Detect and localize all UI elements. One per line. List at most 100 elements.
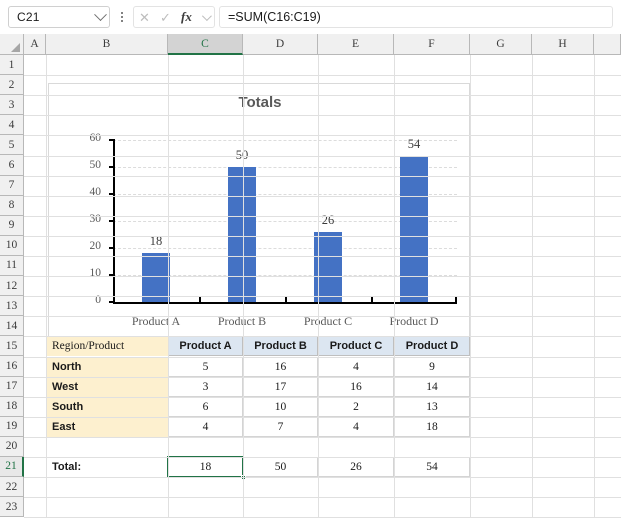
total-cell[interactable]: 26 bbox=[318, 457, 394, 478]
row-header-1[interactable]: 1 bbox=[0, 55, 24, 76]
column-header-a[interactable]: A bbox=[24, 34, 46, 55]
row-header-13[interactable]: 13 bbox=[0, 296, 24, 317]
row-header-12[interactable]: 12 bbox=[0, 276, 24, 297]
total-cell[interactable]: 18 bbox=[168, 457, 243, 478]
column-header-c[interactable]: C bbox=[168, 34, 243, 55]
more-options-icon[interactable] bbox=[115, 12, 129, 22]
table-column-header[interactable]: Product C bbox=[318, 336, 394, 357]
column-header-label: A bbox=[30, 38, 39, 50]
chevron-down-icon[interactable] bbox=[94, 7, 107, 21]
row-header-label: 2 bbox=[8, 78, 15, 91]
row-header-label: 14 bbox=[5, 319, 18, 332]
row-header-19[interactable]: 19 bbox=[0, 416, 24, 437]
table-cell[interactable]: 16 bbox=[243, 357, 318, 378]
column-header-g[interactable]: G bbox=[470, 34, 532, 55]
row-header-label: 11 bbox=[5, 259, 18, 272]
row-header-label: 1 bbox=[8, 58, 15, 71]
close-icon[interactable]: ✕ bbox=[139, 11, 150, 24]
row-header-22[interactable]: 22 bbox=[0, 476, 24, 498]
table-cell[interactable]: 4 bbox=[318, 417, 394, 438]
column-header-h[interactable]: H bbox=[532, 34, 594, 55]
row-header-label: 9 bbox=[8, 219, 15, 232]
row-header-17[interactable]: 17 bbox=[0, 376, 24, 397]
name-box[interactable]: C21 bbox=[8, 6, 110, 28]
gridline-vertical bbox=[46, 55, 47, 518]
total-cell[interactable]: 54 bbox=[394, 457, 470, 478]
table-cell[interactable]: 2 bbox=[318, 397, 394, 418]
table-corner-header-text: Region/Product bbox=[52, 340, 125, 353]
column-header-b[interactable]: B bbox=[46, 34, 168, 55]
check-icon[interactable]: ✓ bbox=[160, 11, 171, 24]
table-column-header[interactable]: Product D bbox=[394, 336, 470, 357]
table-cell[interactable]: 9 bbox=[394, 357, 470, 378]
row-header-3[interactable]: 3 bbox=[0, 95, 24, 116]
insert-function-icon[interactable]: fx bbox=[181, 9, 192, 25]
gridline-vertical bbox=[594, 55, 595, 518]
gridline-vertical bbox=[394, 55, 395, 518]
chart-y-axis-label: 10 bbox=[89, 267, 102, 279]
table-column-header[interactable]: Product A bbox=[168, 336, 243, 357]
chart-y-axis-label: 60 bbox=[89, 132, 102, 144]
row-header-6[interactable]: 6 bbox=[0, 155, 24, 176]
row-header-label: 10 bbox=[5, 239, 18, 252]
table-cell[interactable]: 14 bbox=[394, 377, 470, 398]
row-header-2[interactable]: 2 bbox=[0, 75, 24, 96]
table-cell-text: 4 bbox=[353, 361, 359, 374]
table-cell[interactable]: 13 bbox=[394, 397, 470, 418]
column-header-label: E bbox=[351, 38, 360, 50]
chevron-down-icon[interactable] bbox=[201, 10, 212, 21]
row-header-16[interactable]: 16 bbox=[0, 356, 24, 377]
chart-object[interactable]: Totals 60 50 40 30 20 10 0 18 Product A 50 Product… bbox=[48, 83, 470, 338]
column-header-d[interactable]: D bbox=[243, 34, 318, 55]
row-header-14[interactable]: 14 bbox=[0, 316, 24, 337]
gridline-vertical bbox=[243, 55, 244, 518]
column-header-f[interactable]: F bbox=[394, 34, 470, 55]
table-cell[interactable]: 5 bbox=[168, 357, 243, 378]
row-header-15[interactable]: 15 bbox=[0, 336, 24, 357]
row-header-20[interactable]: 20 bbox=[0, 436, 24, 457]
row-header-label: 22 bbox=[5, 480, 18, 493]
row-header-4[interactable]: 4 bbox=[0, 115, 24, 136]
row-header-9[interactable]: 9 bbox=[0, 215, 24, 236]
table-cell[interactable]: 16 bbox=[318, 377, 394, 398]
chart-bar[interactable] bbox=[142, 253, 170, 302]
select-all-button[interactable] bbox=[0, 34, 24, 55]
total-cell[interactable]: 50 bbox=[243, 457, 318, 478]
table-cell[interactable]: 4 bbox=[318, 357, 394, 378]
formula-actions-group: ✕ ✓ fx bbox=[133, 6, 215, 28]
table-cell[interactable]: 3 bbox=[168, 377, 243, 398]
row-header-11[interactable]: 11 bbox=[0, 255, 24, 277]
table-cell-text: 14 bbox=[426, 381, 438, 394]
total-cell-text: 18 bbox=[199, 461, 212, 474]
formula-input[interactable]: =SUM(C16:C19) bbox=[219, 6, 613, 28]
table-row-label-text: West bbox=[52, 381, 79, 394]
table-column-header-text: Product D bbox=[405, 340, 459, 353]
table-cell[interactable]: 18 bbox=[394, 417, 470, 438]
table-cell-text: 17 bbox=[274, 381, 287, 394]
gridline-vertical bbox=[532, 55, 533, 518]
column-header-e[interactable]: E bbox=[318, 34, 394, 55]
chart-bar[interactable] bbox=[400, 156, 428, 302]
row-header-18[interactable]: 18 bbox=[0, 396, 24, 417]
table-cell[interactable]: 7 bbox=[243, 417, 318, 438]
row-header-23[interactable]: 23 bbox=[0, 497, 24, 518]
gridline-vertical bbox=[470, 55, 471, 518]
table-column-header[interactable]: Product B bbox=[243, 336, 318, 357]
row-header-label: 13 bbox=[5, 299, 18, 312]
row-header-8[interactable]: 8 bbox=[0, 195, 24, 216]
row-header-21[interactable]: 21 bbox=[0, 456, 24, 477]
column-header-label: H bbox=[558, 38, 567, 50]
column-header-label: D bbox=[275, 38, 285, 50]
table-cell[interactable]: 4 bbox=[168, 417, 243, 438]
row-header-10[interactable]: 10 bbox=[0, 235, 24, 256]
row-header-7[interactable]: 7 bbox=[0, 175, 24, 196]
name-box-value: C21 bbox=[17, 10, 40, 24]
chart-x-tick bbox=[371, 297, 373, 303]
row-header-label: 7 bbox=[8, 179, 15, 192]
table-cell[interactable]: 6 bbox=[168, 397, 243, 418]
chart-bar[interactable] bbox=[228, 167, 256, 302]
table-cell[interactable]: 10 bbox=[243, 397, 318, 418]
row-header-5[interactable]: 5 bbox=[0, 135, 24, 156]
cell-area: Totals 60 50 40 30 20 10 0 18 Product A 50 Product… bbox=[24, 55, 621, 518]
table-cell[interactable]: 17 bbox=[243, 377, 318, 398]
